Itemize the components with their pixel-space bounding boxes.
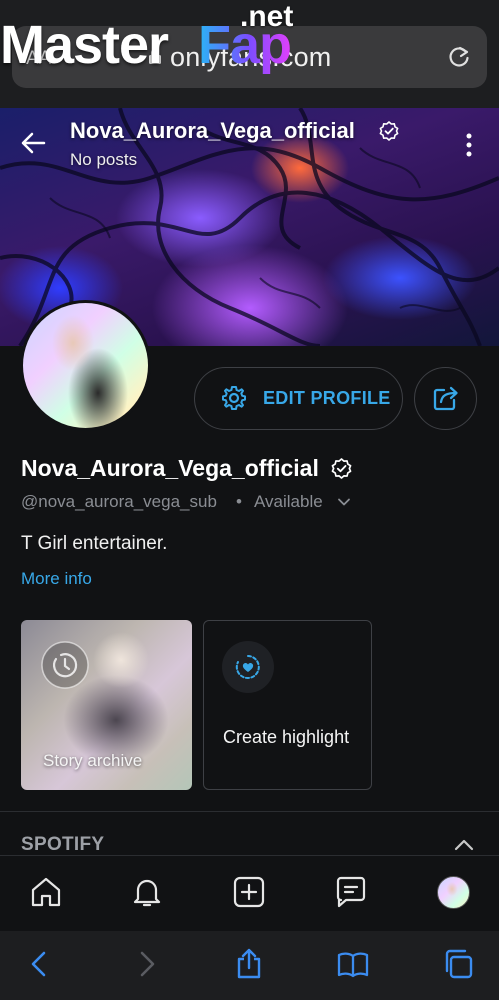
- reader-mode-button[interactable]: AA: [26, 48, 51, 70]
- spotify-section-title[interactable]: SPOTIFY: [21, 834, 104, 856]
- create-highlight-label: Create highlight: [223, 727, 350, 747]
- edit-profile-label: EDIT PROFILE: [263, 388, 391, 408]
- bell-icon[interactable]: [130, 875, 164, 909]
- more-info-link[interactable]: More info: [21, 569, 92, 589]
- heart-circle-icon: [235, 655, 260, 679]
- handle-separator: •: [236, 492, 242, 511]
- availability-status[interactable]: Available: [254, 492, 323, 512]
- url-text[interactable]: onlyfans.com: [170, 42, 331, 73]
- forward-icon[interactable]: [130, 948, 162, 980]
- lock-icon: [149, 48, 161, 64]
- messages-icon[interactable]: [334, 875, 368, 909]
- bookmarks-icon[interactable]: [337, 948, 369, 980]
- chevron-up-icon[interactable]: [454, 838, 474, 852]
- archive-clock-icon: [41, 641, 89, 689]
- story-archive-label: Story archive: [43, 751, 143, 770]
- add-post-icon[interactable]: [232, 875, 266, 909]
- tabs-icon[interactable]: [442, 948, 474, 980]
- create-highlight-card[interactable]: [203, 620, 372, 790]
- back-arrow-icon[interactable]: [20, 130, 46, 156]
- avatar[interactable]: [20, 300, 151, 431]
- reload-icon[interactable]: [446, 44, 472, 70]
- posts-count: No posts: [70, 150, 138, 169]
- profile-avatar-nav[interactable]: [437, 876, 470, 909]
- browser-address-bar: AA onlyfans.com Master Fap .net: [0, 0, 499, 108]
- profile-bio: T Girl entertainer.: [21, 533, 168, 554]
- profile-name: Nova_Aurora_Vega_official: [21, 455, 319, 481]
- profile-handle: @nova_aurora_vega_sub: [21, 492, 217, 511]
- more-options-icon[interactable]: [462, 132, 476, 158]
- avatar-image: [23, 303, 148, 428]
- share-icon: [433, 386, 458, 411]
- home-icon[interactable]: [29, 875, 63, 909]
- share-sheet-icon[interactable]: [233, 948, 265, 980]
- verified-badge-icon: [379, 121, 399, 141]
- gear-icon: [222, 386, 246, 410]
- chevron-down-icon[interactable]: [337, 495, 351, 509]
- verified-badge-icon: [331, 458, 352, 479]
- back-icon[interactable]: [24, 948, 56, 980]
- cover-profile-name: Nova_Aurora_Vega_official: [70, 118, 355, 143]
- section-divider: [0, 811, 499, 812]
